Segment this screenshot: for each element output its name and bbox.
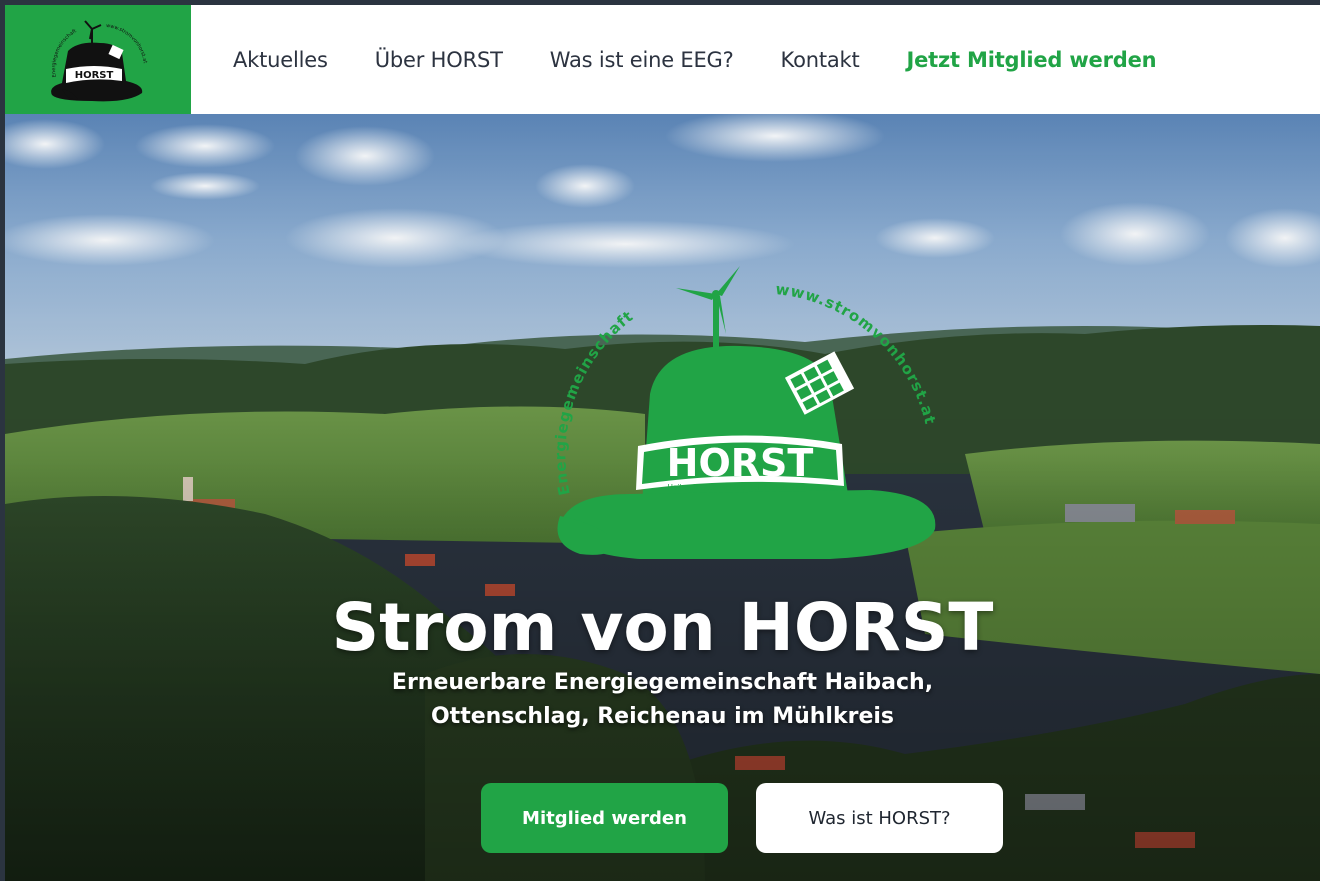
top-navigation: Energiegemeinschaft www.stromvonhorst.at… <box>5 5 1320 114</box>
svg-text:Energiegemeinschaft: Energiegemeinschaft <box>551 307 637 497</box>
logo-link[interactable]: Energiegemeinschaft www.stromvonhorst.at… <box>5 5 191 114</box>
hero-subtitle: Erneuerbare Energiegemeinschaft Haibach,… <box>5 666 1320 734</box>
nav-link-mitglied-werden[interactable]: Jetzt Mitglied werden <box>907 48 1157 72</box>
nav-link-ueber-horst[interactable]: Über HORST <box>375 48 503 72</box>
nav-link-kontakt[interactable]: Kontakt <box>781 48 860 72</box>
horst-hat-logo-icon: Energiegemeinschaft www.stromvonhorst.at <box>551 266 939 559</box>
hero-subtitle-line1: Erneuerbare Energiegemeinschaft Haibach, <box>391 670 934 695</box>
nav-link-was-ist-eeg[interactable]: Was ist eine EEG? <box>550 48 734 72</box>
hero-subtitle-line2: Ottenschlag, Reichenau im Mühlkreis <box>430 704 895 729</box>
mitglied-werden-button[interactable]: Mitglied werden <box>481 783 728 853</box>
hero-section: Energiegemeinschaft www.stromvonhorst.at <box>5 114 1320 881</box>
nav-menu: Aktuelles Über HORST Was ist eine EEG? K… <box>233 48 1203 72</box>
svg-text:HORST: HORST <box>667 441 814 485</box>
nav-link-aktuelles[interactable]: Aktuelles <box>233 48 328 72</box>
hero-title: Strom von HORST <box>331 589 994 666</box>
svg-text:HORST: HORST <box>75 70 114 81</box>
was-ist-horst-button[interactable]: Was ist HORST? <box>756 783 1003 853</box>
svg-text:Haibach Ottenschlag Reichenau: Haibach Ottenschlag Reichenau STrom <box>667 483 812 492</box>
horst-logo-icon: Energiegemeinschaft www.stromvonhorst.at… <box>51 19 148 101</box>
